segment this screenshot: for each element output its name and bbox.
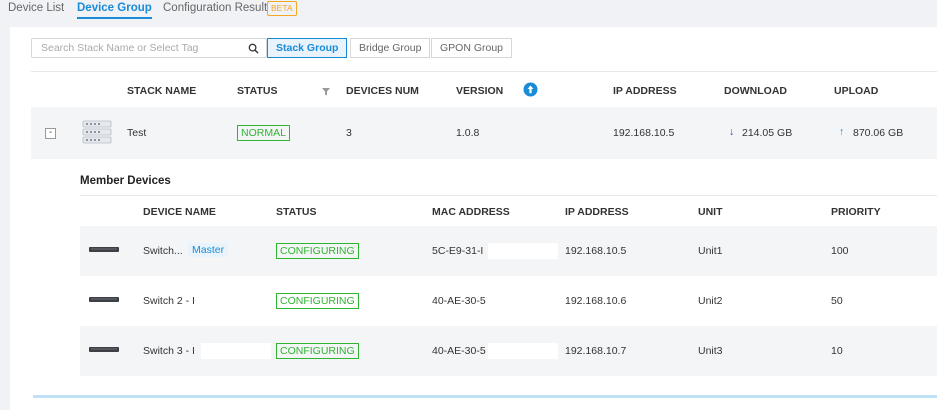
master-tag: Master	[188, 243, 229, 257]
member-ip: 192.168.10.5	[565, 245, 627, 257]
unit-value: Unit2	[698, 295, 723, 307]
member-table-header: DEVICE NAME STATUS MAC ADDRESS IP ADDRES…	[80, 195, 937, 226]
priority-value: 50	[831, 295, 843, 307]
configuring-badge: CONFIGURING	[276, 243, 359, 259]
col-member-ip: IP ADDRESS	[565, 206, 629, 218]
priority-value: 100	[831, 245, 849, 257]
redaction-mask	[488, 343, 558, 359]
search-box	[31, 38, 267, 58]
member-row[interactable]: Switch 3 - I CONFIGURING 40-AE-30-5 192.…	[80, 326, 937, 376]
devices-num: 3	[346, 127, 352, 139]
unit-value: Unit3	[698, 345, 723, 357]
configuring-badge: CONFIGURING	[276, 343, 359, 359]
beta-badge: BETA	[267, 1, 297, 16]
member-ip: 192.168.10.7	[565, 345, 627, 357]
stack-device-icon	[82, 120, 112, 144]
redaction-mask	[201, 343, 271, 359]
unit-value: Unit1	[698, 245, 723, 257]
stack-table-header: STACK NAME STATUS DEVICES NUM VERSION IP…	[31, 71, 937, 108]
col-download: DOWNLOAD	[724, 85, 787, 97]
member-row[interactable]: Switch... Master CONFIGURING 5C-E9-31-I …	[80, 226, 937, 276]
col-stack-name[interactable]: STACK NAME	[127, 85, 196, 97]
collapse-button[interactable]: -	[45, 128, 56, 139]
switch-icon	[89, 247, 119, 252]
col-mac-address: MAC ADDRESS	[432, 206, 510, 218]
col-version[interactable]: VERSION	[456, 85, 503, 97]
status-badge: NORMAL	[237, 125, 290, 141]
member-ip: 192.168.10.6	[565, 295, 627, 307]
switch-icon	[89, 347, 119, 352]
tab-device-group[interactable]: Device Group	[77, 2, 152, 19]
mac-address: 40-AE-30-5	[432, 295, 486, 307]
download-arrow-icon: ↓	[729, 126, 735, 138]
mac-address: 40-AE-30-5	[432, 345, 486, 357]
device-name[interactable]: Switch 2 - I	[143, 295, 195, 307]
top-tab-bar: Device List Device Group Configuration R…	[0, 0, 937, 25]
redaction-mask	[488, 293, 558, 309]
search-input[interactable]	[32, 39, 241, 57]
gpon-group-tab[interactable]: GPON Group	[431, 38, 513, 58]
tab-device-list[interactable]: Device List	[8, 2, 64, 14]
download-value: 214.05 GB	[742, 127, 793, 139]
ip-address-value: 192.168.10.5	[613, 127, 675, 139]
stack-name[interactable]: Test	[127, 127, 146, 139]
configuring-badge: CONFIGURING	[276, 293, 359, 309]
member-row[interactable]: Switch 2 - I CONFIGURING 40-AE-30-5 192.…	[80, 276, 937, 326]
member-devices-title: Member Devices	[80, 175, 171, 187]
bottom-divider	[33, 395, 937, 398]
col-upload: UPLOAD	[834, 85, 879, 97]
main-panel: Stack Group Bridge Group GPON Group STAC…	[10, 27, 937, 410]
col-status: STATUS	[237, 85, 278, 97]
switch-icon	[89, 297, 119, 302]
search-icon[interactable]	[248, 43, 259, 54]
upload-arrow-icon: ↑	[839, 126, 845, 138]
tab-configuration-result[interactable]: Configuration Result	[163, 2, 267, 14]
device-name[interactable]: Switch...	[143, 245, 183, 257]
col-priority: PRIORITY	[831, 206, 881, 218]
col-devices-num: DEVICES NUM	[346, 85, 419, 97]
stack-row[interactable]: - Test NORMAL 3 1.0.8 192.168.10.5 ↓ 214…	[31, 107, 937, 159]
version-value: 1.0.8	[456, 127, 480, 139]
col-member-status: STATUS	[276, 206, 317, 218]
bridge-group-tab[interactable]: Bridge Group	[350, 38, 431, 58]
col-unit: UNIT	[698, 206, 723, 218]
priority-value: 10	[831, 345, 843, 357]
col-device-name: DEVICE NAME	[143, 206, 216, 218]
stack-group-tab[interactable]: Stack Group	[267, 38, 348, 58]
mac-address: 5C-E9-31-I	[432, 245, 484, 257]
device-name[interactable]: Switch 3 - I	[143, 345, 195, 357]
upload-value: 870.06 GB	[853, 127, 904, 139]
filter-icon[interactable]	[322, 88, 330, 96]
redaction-mask	[488, 243, 558, 259]
sort-up-icon[interactable]	[523, 82, 538, 97]
col-ip-address: IP ADDRESS	[613, 85, 677, 97]
